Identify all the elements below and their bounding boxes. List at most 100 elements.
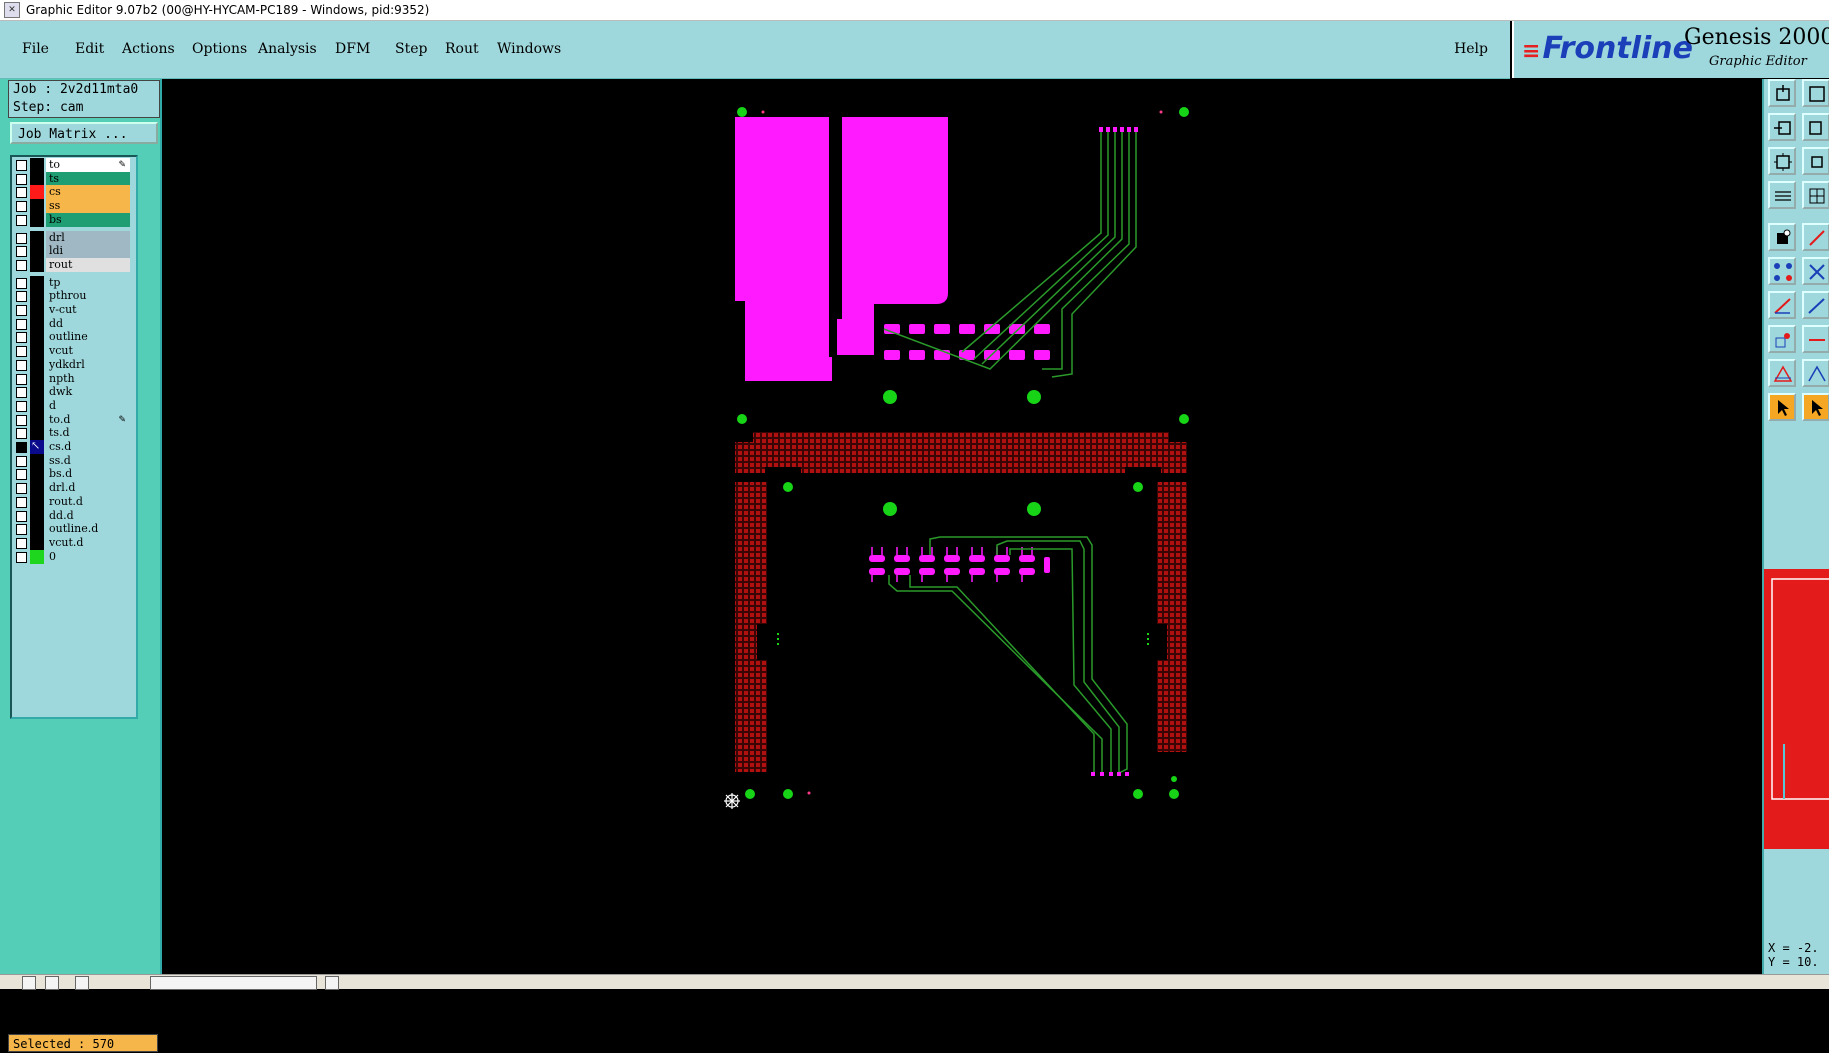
layer-color-swatch[interactable] [30,344,44,359]
layer-checkbox[interactable] [16,387,27,399]
layer-checkbox[interactable] [16,246,27,258]
layer-row-dd[interactable]: dd [14,316,132,331]
layer-name[interactable]: bs [46,212,130,227]
layer-color-swatch[interactable] [30,398,44,413]
layer-checkbox[interactable] [16,160,27,171]
zoom-home-icon[interactable] [1768,79,1796,107]
layer-row-to.d[interactable]: to.d ✎ [14,412,132,427]
layer-row-npth[interactable]: npth [14,371,132,386]
layer-color-swatch[interactable] [30,158,44,172]
layer-checkbox[interactable] [16,187,27,199]
graphic-canvas[interactable] [162,79,1762,974]
layer-row-rout.d[interactable]: rout.d [14,494,132,509]
layer-checkbox[interactable] [16,201,27,213]
layer-name[interactable]: 0 [46,549,130,564]
menu-edit[interactable]: Edit [75,41,104,57]
layer-name[interactable]: outline [46,330,130,345]
horizontal-line-icon[interactable] [1802,325,1829,353]
layer-row-rout[interactable]: rout [14,257,132,272]
layer-color-swatch[interactable] [30,494,44,509]
layer-color-swatch[interactable] [30,244,44,259]
menu-analysis[interactable]: Analysis [258,41,317,57]
layer-color-swatch[interactable] [30,467,44,482]
layer-checkbox[interactable] [16,346,27,358]
layer-name[interactable]: ts.d [46,426,130,441]
layer-checkbox[interactable] [16,483,27,495]
pan-down-icon[interactable] [1802,79,1829,107]
layer-name[interactable]: ss.d [46,453,130,468]
layer-color-swatch[interactable] [30,199,44,214]
layer-row-pthrou[interactable]: pthrou [14,289,132,304]
overview-panel[interactable] [1764,569,1829,849]
layer-checkbox[interactable] [16,428,27,440]
layer-checkbox[interactable] [16,214,27,226]
snap-icon[interactable] [1768,223,1796,251]
layer-color-swatch[interactable] [30,330,44,345]
layer-color-swatch[interactable] [30,549,44,564]
layer-checkbox[interactable] [16,291,27,303]
cross-icon[interactable] [1802,257,1829,285]
menu-step[interactable]: Step [395,41,427,57]
layer-name[interactable]: v-cut [46,303,130,317]
layer-name[interactable]: ldi [46,244,130,259]
layer-checkbox[interactable] [16,537,27,549]
layer-color-swatch[interactable] [30,522,44,537]
layer-checkbox[interactable] [16,455,27,467]
layer-row-bs[interactable]: bs [14,212,132,227]
layer-row-drl.d[interactable]: drl.d [14,481,132,496]
select-pointer-alt-icon[interactable] [1802,393,1829,421]
layer-row-dd.d[interactable]: dd.d [14,508,132,523]
pan-left-icon[interactable] [1768,113,1796,141]
layer-name[interactable]: dwk [46,385,130,400]
layer-color-swatch[interactable] [30,289,44,304]
menu-rout[interactable]: Rout [445,41,479,57]
add-polygon-icon[interactable] [1768,359,1796,387]
layer-checkbox[interactable] [16,469,27,481]
layer-checkbox[interactable] [16,277,27,289]
menu-options[interactable]: Options [192,41,247,57]
layer-color-swatch[interactable] [30,508,44,523]
layer-name[interactable]: drl.d [46,481,130,496]
layer-checkbox[interactable] [16,359,27,371]
layer-name[interactable]: ss [46,199,130,214]
zoom-window-icon[interactable] [1802,147,1829,175]
layer-checkbox[interactable] [16,332,27,344]
select-pointer-icon[interactable] [1768,393,1796,421]
layer-name[interactable]: cs.d [46,440,130,454]
layer-row-bs.d[interactable]: bs.d [14,467,132,482]
grid-icon[interactable] [1802,181,1829,209]
layer-checkbox[interactable] [16,373,27,385]
layer-name[interactable]: outline.d [46,522,130,537]
layer-row-ldi[interactable]: ldi [14,244,132,259]
layer-name[interactable]: drl [46,230,130,245]
layer-checkbox[interactable] [16,414,27,426]
layer-color-swatch[interactable] [30,357,44,372]
layer-name[interactable]: to.d ✎ [46,412,130,427]
layer-row-tp[interactable]: tp [14,275,132,290]
layer-color-swatch[interactable] [30,481,44,496]
layer-name[interactable]: bs.d [46,467,130,482]
layer-name[interactable]: ts [46,171,130,186]
layer-row-ss[interactable]: ss [14,199,132,214]
layer-checkbox[interactable] [16,173,27,185]
layer-name[interactable]: vcut.d [46,535,130,550]
layer-name[interactable]: rout.d [46,494,130,509]
pan-right-icon[interactable] [1802,113,1829,141]
layer-color-swatch[interactable] [30,212,44,227]
layer-checkbox[interactable] [16,551,27,563]
layer-color-swatch[interactable] [30,185,44,200]
layer-row-to[interactable]: to ✎ [14,158,132,172]
layer-name[interactable]: dd [46,316,130,331]
layer-name[interactable]: vcut [46,344,130,359]
layer-row-drl[interactable]: drl [14,230,132,245]
zoom-fit-icon[interactable] [1768,147,1796,175]
layer-row-ss.d[interactable]: ss.d [14,453,132,468]
layer-color-swatch[interactable] [30,385,44,400]
connect-nodes-icon[interactable] [1768,257,1796,285]
layer-name[interactable]: ydkdrl [46,357,130,372]
layer-checkbox[interactable] [16,400,27,412]
add-line-icon[interactable] [1768,291,1796,319]
layer-row-cs.d[interactable]: cs.d ↖ [14,439,132,454]
layer-color-swatch[interactable] [30,230,44,245]
layer-row-vcut.d[interactable]: vcut.d [14,535,132,550]
